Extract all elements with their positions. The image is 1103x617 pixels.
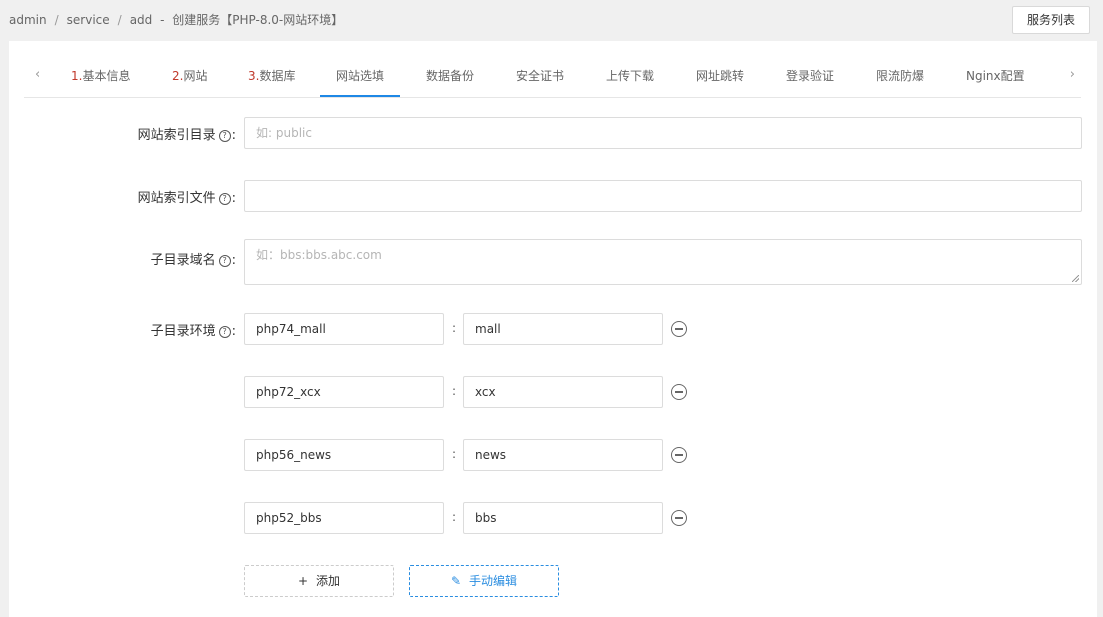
breadcrumb-dash: - [160, 13, 165, 27]
resize-handle-icon[interactable] [1072, 275, 1079, 282]
tab-label: 数据备份 [426, 69, 475, 83]
top-bar: admin / service / add - 创建服务【PHP-8.0-网站环境】 服… [0, 0, 1103, 40]
subdir-domain-label-row: 子目录域名?: [9, 249, 236, 269]
help-icon[interactable]: ? [218, 193, 231, 205]
subdir-env-php-input[interactable]: php72_xcx [244, 376, 444, 408]
subdir-env-label-row: 子目录环境?: [9, 320, 236, 340]
subdir-domain-placeholder: 如：bbs:bbs.abc.com [256, 248, 382, 262]
breadcrumb: admin / service / add - 创建服务【PHP-8.0-网站环境】 [9, 11, 343, 28]
label-colon: : [231, 253, 236, 268]
tab-website-optional[interactable]: 网站选填 [320, 41, 400, 97]
pair-colon: : [452, 447, 457, 461]
breadcrumb-add: add [129, 13, 153, 27]
pencil-icon: ✎ [450, 574, 462, 588]
tab-step-number: 2. [172, 69, 184, 83]
subdir-env-dir-input[interactable]: mall [463, 313, 663, 345]
tab-label: Nginx配置 [966, 69, 1025, 83]
index-dir-input[interactable]: 如: public [244, 117, 1082, 149]
manual-edit-label: 手动编辑 [469, 574, 518, 588]
subdir-env-php-input[interactable]: php56_news [244, 439, 444, 471]
tab-basic-info[interactable]: 1.基本信息 [71, 41, 130, 96]
tab-next-chevron-icon[interactable]: › [1070, 67, 1075, 83]
main-panel: ‹ 1.基本信息 2.网站 3.数据库 网站选填 数据备份 安全证书 上传下载 … [9, 41, 1097, 617]
subdir-env-dir-input[interactable]: news [463, 439, 663, 471]
label-colon: : [231, 128, 236, 143]
breadcrumb-separator: / [54, 13, 59, 27]
tab-label: 网站选填 [335, 69, 384, 83]
pair-colon: : [452, 510, 457, 524]
tab-ssl-cert[interactable]: 安全证书 [516, 41, 564, 96]
subdir-env-php-input[interactable]: php74_mall [244, 313, 444, 345]
tab-database[interactable]: 3.数据库 [248, 41, 295, 96]
pair-colon: : [452, 321, 457, 335]
tab-label: 网址跳转 [696, 69, 745, 83]
tab-step-number: 1. [71, 69, 83, 83]
subdir-domain-label: 子目录域名 [150, 253, 216, 268]
tab-prev-chevron-icon[interactable]: ‹ [35, 67, 40, 83]
subdir-env-php-input[interactable]: php52_bbs [244, 502, 444, 534]
index-dir-label-row: 网站索引目录?: [9, 124, 236, 144]
tab-bar: ‹ 1.基本信息 2.网站 3.数据库 网站选填 数据备份 安全证书 上传下载 … [24, 41, 1081, 98]
add-row-label: 添加 [316, 574, 341, 588]
tab-url-redirect[interactable]: 网址跳转 [696, 41, 744, 96]
breadcrumb-admin[interactable]: admin [9, 13, 47, 27]
manual-edit-button[interactable]: ✎ 手动编辑 [409, 565, 559, 597]
subdir-env-dir-input[interactable]: xcx [463, 376, 663, 408]
tab-nginx-config[interactable]: Nginx配置 [966, 41, 1025, 96]
breadcrumb-service[interactable]: service [67, 13, 110, 27]
breadcrumb-separator: / [117, 13, 122, 27]
remove-row-minus-icon[interactable] [671, 384, 687, 400]
tab-rate-limit[interactable]: 限流防爆 [876, 41, 924, 96]
tab-label: 限流防爆 [876, 69, 925, 83]
index-file-input[interactable] [244, 180, 1082, 212]
index-file-label: 网站索引文件 [137, 191, 216, 206]
tab-label: 数据库 [259, 69, 296, 83]
label-colon: : [231, 191, 236, 206]
label-colon: : [231, 324, 236, 339]
pair-colon: : [452, 384, 457, 398]
index-dir-label: 网站索引目录 [137, 128, 216, 143]
subdir-env-label: 子目录环境 [150, 324, 216, 339]
tab-website[interactable]: 2.网站 [172, 41, 207, 96]
tab-data-backup[interactable]: 数据备份 [426, 41, 474, 96]
subdir-domain-textarea[interactable]: 如：bbs:bbs.abc.com [244, 239, 1082, 285]
index-file-label-row: 网站索引文件?: [9, 187, 236, 207]
remove-row-minus-icon[interactable] [671, 510, 687, 526]
help-icon[interactable]: ? [218, 130, 231, 142]
remove-row-minus-icon[interactable] [671, 447, 687, 463]
tab-label: 网站 [183, 69, 208, 83]
tab-label: 上传下载 [606, 69, 655, 83]
remove-row-minus-icon[interactable] [671, 321, 687, 337]
plus-icon: + [297, 574, 309, 588]
tab-label: 基本信息 [82, 69, 131, 83]
add-row-button[interactable]: + 添加 [244, 565, 394, 597]
page-title: 创建服务【PHP-8.0-网站环境】 [172, 13, 344, 27]
tab-login-auth[interactable]: 登录验证 [786, 41, 834, 96]
service-list-button[interactable]: 服务列表 [1011, 6, 1090, 34]
tab-label: 登录验证 [786, 69, 835, 83]
tab-label: 安全证书 [516, 69, 565, 83]
help-icon[interactable]: ? [218, 326, 231, 338]
tab-step-number: 3. [248, 69, 260, 83]
help-icon[interactable]: ? [218, 255, 231, 267]
tab-upload-download[interactable]: 上传下载 [606, 41, 654, 96]
subdir-env-dir-input[interactable]: bbs [463, 502, 663, 534]
